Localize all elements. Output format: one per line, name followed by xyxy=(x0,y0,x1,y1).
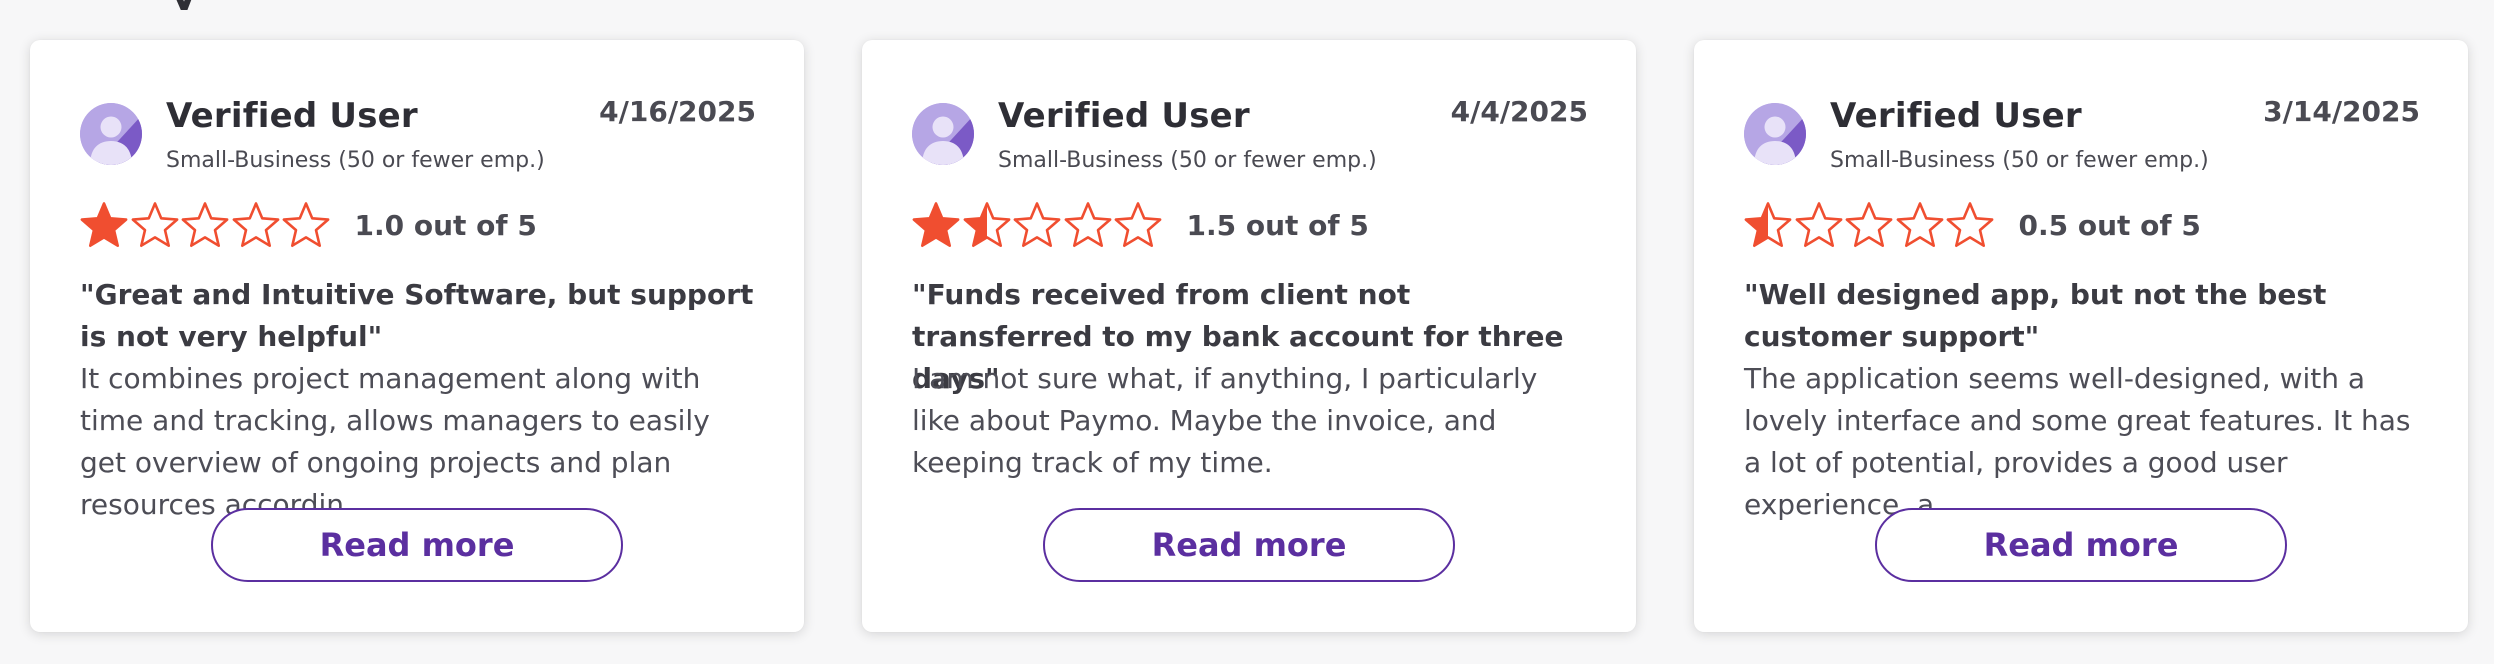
star-empty-icon xyxy=(1896,202,1943,248)
review-excerpt: It combines project management along wit… xyxy=(80,362,710,521)
star-empty-icon xyxy=(1064,202,1111,248)
reviewer-name: Verified User xyxy=(1830,96,2082,136)
star-empty-icon xyxy=(1795,202,1842,248)
rating-text: 1.5 out of 5 xyxy=(1186,208,1369,242)
read-more-button[interactable]: Read more xyxy=(1875,508,2287,582)
rating-row: 0.5 out of 5 xyxy=(1744,200,2201,250)
rating-row: 1.0 out of 5 xyxy=(80,200,537,250)
star-rating xyxy=(1744,201,1997,249)
star-empty-icon xyxy=(131,202,178,248)
star-rating xyxy=(80,201,333,249)
reviewer-company-size: Small-Business (50 or fewer emp.) xyxy=(166,148,545,173)
review-card-list: Verified User Small-Business (50 or fewe… xyxy=(30,40,2470,640)
reviewer-company-size: Small-Business (50 or fewer emp.) xyxy=(1830,148,2209,173)
review-card: Verified User Small-Business (50 or fewe… xyxy=(862,40,1636,632)
star-empty-icon xyxy=(1013,202,1061,248)
star-empty-icon xyxy=(232,202,279,248)
read-more-button[interactable]: Read more xyxy=(1043,508,1455,582)
review-card: Verified User Small-Business (50 or fewe… xyxy=(1694,40,2468,632)
star-empty-icon xyxy=(1845,202,1893,248)
rating-row: 1.5 out of 5 xyxy=(912,200,1369,250)
reviewer-name: Verified User xyxy=(166,96,418,136)
star-empty-icon xyxy=(1114,202,1162,248)
user-avatar-icon xyxy=(912,103,974,165)
review-card: Verified User Small-Business (50 or fewe… xyxy=(30,40,804,632)
star-full-icon xyxy=(912,202,960,248)
star-half-icon xyxy=(963,202,1010,248)
user-avatar-icon xyxy=(80,103,142,165)
review-date: 4/4/2025 xyxy=(1450,95,1588,128)
star-rating xyxy=(912,201,1165,249)
star-empty-icon xyxy=(282,202,330,248)
review-title: "Great and Intuitive Software, but suppo… xyxy=(80,278,754,353)
star-empty-icon xyxy=(181,202,229,248)
review-excerpt: The application seems well-designed, wit… xyxy=(1744,362,2411,521)
rating-text: 0.5 out of 5 xyxy=(2018,208,2201,242)
reviewer-company-size: Small-Business (50 or fewer emp.) xyxy=(998,148,1377,173)
rating-text: 1.0 out of 5 xyxy=(354,208,537,242)
section-heading-fragment: y xyxy=(170,0,290,10)
reviewer-name: Verified User xyxy=(998,96,1250,136)
review-date: 4/16/2025 xyxy=(599,95,756,128)
user-avatar-icon xyxy=(1744,103,1806,165)
star-full-icon xyxy=(80,202,128,248)
read-more-button[interactable]: Read more xyxy=(211,508,623,582)
reviews-page: y Verified User Small-Business (50 or fe… xyxy=(0,0,2494,664)
star-empty-icon xyxy=(1946,202,1994,248)
review-date: 3/14/2025 xyxy=(2263,95,2420,128)
review-excerpt: I am not sure what, if anything, I parti… xyxy=(912,362,1538,479)
review-title: "Well designed app, but not the best cus… xyxy=(1744,278,2327,353)
star-half-icon xyxy=(1744,202,1792,248)
